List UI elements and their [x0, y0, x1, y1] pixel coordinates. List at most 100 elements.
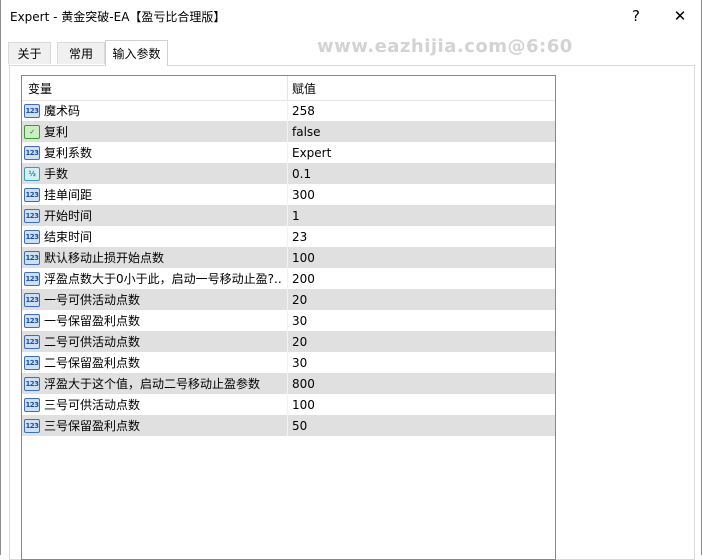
- parameter-row[interactable]: 123 结束时间 23: [22, 226, 555, 247]
- parameter-row[interactable]: 123 浮盈点数大于0小于此，启动一号移动止盈?.. 200: [22, 268, 555, 289]
- int-icon: 123: [24, 376, 40, 391]
- parameter-name: 浮盈点数大于0小于此，启动一号移动止盈?..: [44, 272, 282, 286]
- parameter-row[interactable]: 123 魔术码 258: [22, 100, 555, 121]
- parameter-name: 复利: [44, 125, 69, 139]
- parameter-name-cell[interactable]: 123 魔术码: [24, 100, 286, 121]
- parameter-name-cell[interactable]: 123 默认移动止损开始点数: [24, 247, 286, 268]
- parameter-row[interactable]: ½ 手数 0.1: [22, 163, 555, 184]
- parameter-name: 浮盈大于这个值，启动二号移动止盈参数: [44, 377, 261, 391]
- title-bar: Expert - 黄金突破-EA【盈亏比合理版】 ? ✕: [1, 0, 701, 31]
- parameter-name: 一号可供活动点数: [44, 293, 141, 307]
- parameter-name: 结束时间: [44, 230, 93, 244]
- parameter-name-cell[interactable]: ✓ 复利: [24, 121, 286, 142]
- int-icon: 123: [24, 292, 40, 307]
- parameter-value[interactable]: 20: [292, 289, 554, 310]
- column-divider: [287, 226, 288, 247]
- parameter-row[interactable]: 123 默认移动止损开始点数 100: [22, 247, 555, 268]
- close-button[interactable]: ✕: [657, 0, 703, 31]
- parameter-value[interactable]: 800: [292, 373, 554, 394]
- parameter-value[interactable]: 23: [292, 226, 554, 247]
- int-icon: 123: [24, 355, 40, 370]
- expert-properties-window: Expert - 黄金突破-EA【盈亏比合理版】 ? ✕ www.eazhiji…: [0, 0, 702, 560]
- column-divider: [287, 247, 288, 268]
- parameter-name: 手数: [44, 167, 69, 181]
- parameter-name: 三号保留盈利点数: [44, 419, 141, 433]
- parameter-row[interactable]: 123 二号可供活动点数 20: [22, 331, 555, 352]
- int-icon: 123: [24, 250, 40, 265]
- column-divider: [287, 394, 288, 415]
- column-divider: [287, 205, 288, 226]
- parameter-value[interactable]: 1: [292, 205, 554, 226]
- watermark-text: www.eazhijia.com@6:60: [317, 36, 573, 57]
- parameter-name: 二号可供活动点数: [44, 335, 141, 349]
- help-button[interactable]: ?: [613, 0, 659, 31]
- parameter-rows: 123 魔术码 258 ✓ 复利 false 123 复利系数 Expert ½ 手数 0.1 123 挂…: [22, 100, 555, 436]
- parameter-row[interactable]: 123 挂单间距 300: [22, 184, 555, 205]
- parameter-value[interactable]: 300: [292, 184, 554, 205]
- grid-header: 变量 赋值: [22, 76, 555, 101]
- parameter-row[interactable]: 123 一号可供活动点数 20: [22, 289, 555, 310]
- parameter-row[interactable]: 123 复利系数 Expert: [22, 142, 555, 163]
- int-icon: 123: [24, 208, 40, 223]
- int-icon: 123: [24, 187, 40, 202]
- column-header-variable[interactable]: 变量: [28, 76, 286, 100]
- parameter-name-cell[interactable]: 123 一号保留盈利点数: [24, 310, 286, 331]
- column-divider: [287, 331, 288, 352]
- parameter-name: 一号保留盈利点数: [44, 314, 141, 328]
- parameter-value[interactable]: 258: [292, 100, 554, 121]
- parameter-value[interactable]: 200: [292, 268, 554, 289]
- parameter-value[interactable]: 100: [292, 247, 554, 268]
- parameter-row[interactable]: 123 浮盈大于这个值，启动二号移动止盈参数 800: [22, 373, 555, 394]
- enum-icon: 123: [24, 145, 40, 160]
- parameter-name-cell[interactable]: 123 浮盈大于这个值，启动二号移动止盈参数: [24, 373, 286, 394]
- int-icon: 123: [24, 103, 40, 118]
- column-divider: [287, 121, 288, 142]
- column-divider: [287, 184, 288, 205]
- parameter-row[interactable]: 123 一号保留盈利点数 30: [22, 310, 555, 331]
- parameter-value[interactable]: 100: [292, 394, 554, 415]
- parameter-row[interactable]: ✓ 复利 false: [22, 121, 555, 142]
- parameter-row[interactable]: 123 三号保留盈利点数 50: [22, 415, 555, 436]
- parameter-value[interactable]: 30: [292, 352, 554, 373]
- parameter-name: 二号保留盈利点数: [44, 356, 141, 370]
- parameter-name-cell[interactable]: 123 一号可供活动点数: [24, 289, 286, 310]
- help-icon: ?: [632, 6, 640, 25]
- parameter-name-cell[interactable]: ½ 手数: [24, 163, 286, 184]
- parameter-value[interactable]: 20: [292, 331, 554, 352]
- parameter-value[interactable]: 30: [292, 310, 554, 331]
- parameter-name-cell[interactable]: 123 三号可供活动点数: [24, 394, 286, 415]
- tab-input-parameters[interactable]: 输入参数: [105, 40, 168, 66]
- parameter-name-cell[interactable]: 123 挂单间距: [24, 184, 286, 205]
- tab-common[interactable]: 常用: [57, 42, 105, 64]
- parameter-name: 默认移动止损开始点数: [44, 251, 165, 265]
- int-icon: 123: [24, 229, 40, 244]
- column-divider[interactable]: [287, 76, 288, 100]
- parameter-value[interactable]: 0.1: [292, 163, 554, 184]
- parameter-value[interactable]: Expert: [292, 142, 554, 163]
- bool-icon: ✓: [24, 124, 40, 139]
- parameter-name: 复利系数: [44, 146, 93, 160]
- int-icon: 123: [24, 397, 40, 412]
- column-divider: [287, 100, 288, 121]
- parameter-value[interactable]: 50: [292, 415, 554, 436]
- column-divider: [287, 373, 288, 394]
- double-icon: ½: [24, 166, 40, 181]
- parameter-name-cell[interactable]: 123 复利系数: [24, 142, 286, 163]
- parameter-row[interactable]: 123 二号保留盈利点数 30: [22, 352, 555, 373]
- column-divider: [287, 415, 288, 436]
- column-divider: [287, 352, 288, 373]
- parameter-name-cell[interactable]: 123 三号保留盈利点数: [24, 415, 286, 436]
- parameter-name-cell[interactable]: 123 浮盈点数大于0小于此，启动一号移动止盈?..: [24, 268, 286, 289]
- int-icon: 123: [24, 313, 40, 328]
- parameter-name-cell[interactable]: 123 开始时间: [24, 205, 286, 226]
- parameter-name-cell[interactable]: 123 二号保留盈利点数: [24, 352, 286, 373]
- parameter-row[interactable]: 123 三号可供活动点数 100: [22, 394, 555, 415]
- parameter-name-cell[interactable]: 123 二号可供活动点数: [24, 331, 286, 352]
- int-icon: 123: [24, 334, 40, 349]
- parameter-name-cell[interactable]: 123 结束时间: [24, 226, 286, 247]
- parameter-row[interactable]: 123 开始时间 1: [22, 205, 555, 226]
- parameter-name: 三号可供活动点数: [44, 398, 141, 412]
- column-header-value[interactable]: 赋值: [292, 76, 554, 100]
- parameter-value[interactable]: false: [292, 121, 554, 142]
- tab-about[interactable]: 关于: [8, 42, 51, 64]
